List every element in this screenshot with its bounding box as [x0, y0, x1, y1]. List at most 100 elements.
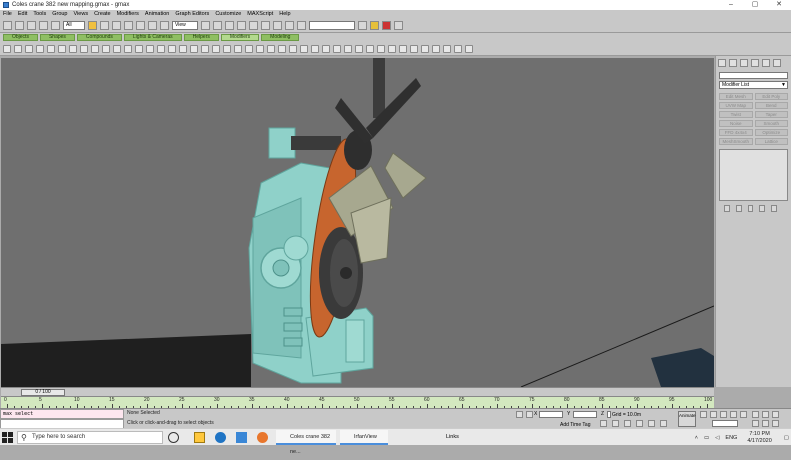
menu-graph-editors[interactable]: Graph Editors	[175, 11, 209, 17]
remove-modifier-icon[interactable]	[759, 205, 766, 212]
select-manipulate-icon[interactable]	[213, 20, 222, 30]
wave-icon[interactable]	[91, 44, 99, 53]
menu-create[interactable]: Create	[94, 11, 111, 17]
turbosmooth-icon[interactable]	[443, 44, 451, 53]
volume-icon[interactable]: ◁	[715, 435, 719, 441]
motion-tab-icon[interactable]	[751, 59, 759, 67]
uvw-map-icon[interactable]	[212, 44, 220, 53]
time-slider[interactable]: 0 / 100	[21, 389, 65, 396]
xform-icon[interactable]	[344, 44, 352, 53]
configure-sets-icon[interactable]	[771, 205, 777, 212]
make-unique-icon[interactable]	[747, 205, 754, 212]
menu-modifiers[interactable]: Modifiers	[117, 11, 139, 17]
skew-icon[interactable]	[58, 44, 66, 53]
menu-customize[interactable]: Customize	[215, 11, 241, 17]
current-frame-field[interactable]	[712, 420, 738, 427]
lattice-icon[interactable]	[124, 44, 132, 53]
vertex-weld-icon[interactable]	[465, 44, 473, 53]
modify-tab-icon[interactable]	[729, 59, 737, 67]
perspective-viewport[interactable]	[1, 58, 714, 387]
edit-poly-icon[interactable]	[201, 44, 209, 53]
file-explorer-icon[interactable]	[194, 432, 205, 443]
go-to-start-icon[interactable]	[700, 411, 707, 418]
angle-snap-icon[interactable]	[237, 20, 246, 30]
min-max-toggle-icon[interactable]	[636, 420, 643, 427]
maximize-button[interactable]: ▢	[743, 0, 767, 10]
object-name-field[interactable]	[719, 72, 788, 79]
taper-icon[interactable]	[14, 44, 22, 53]
go-to-end-icon[interactable]	[740, 411, 747, 418]
menu-animation[interactable]: Animation	[145, 11, 169, 17]
zoom-all-icon[interactable]	[772, 411, 779, 418]
spherify-icon[interactable]	[333, 44, 341, 53]
selection-filter-dropdown[interactable]: All	[63, 20, 85, 30]
zoom-icon[interactable]	[762, 411, 769, 418]
noise-icon[interactable]	[36, 44, 44, 53]
spline-select-icon[interactable]	[388, 44, 396, 53]
lathe-icon[interactable]	[256, 44, 264, 53]
ffd-icon[interactable]	[113, 44, 121, 53]
ripple-icon[interactable]	[80, 44, 88, 53]
tab-helpers[interactable]: Helpers	[183, 34, 219, 41]
unlink-icon[interactable]	[39, 20, 48, 30]
arc-rotate-icon[interactable]	[660, 420, 667, 427]
modifier-list-dropdown[interactable]: Modifier List ▼	[719, 81, 788, 89]
redo-icon[interactable]	[15, 20, 24, 30]
relax-icon[interactable]	[322, 44, 330, 53]
create-tab-icon[interactable]	[718, 59, 726, 67]
material-editor-icon[interactable]	[370, 20, 379, 30]
absolute-mode-icon[interactable]	[526, 411, 533, 418]
menu-file[interactable]: File	[3, 11, 12, 17]
region-zoom-icon[interactable]	[762, 420, 769, 427]
symmetry-icon[interactable]	[454, 44, 462, 53]
language-indicator[interactable]: ENG	[725, 435, 737, 441]
maxscript-listener[interactable]: max select	[0, 409, 124, 429]
key-mode-icon[interactable]	[612, 420, 619, 427]
hierarchy-tab-icon[interactable]	[740, 59, 748, 67]
named-selection-sets-dropdown[interactable]	[309, 20, 355, 30]
zoom-extents-icon[interactable]	[648, 420, 655, 427]
windows-start-icon[interactable]	[2, 432, 13, 443]
unwrap-icon[interactable]	[223, 44, 231, 53]
menu-maxscript[interactable]: MAXScript	[247, 11, 273, 17]
previous-frame-icon[interactable]	[710, 411, 717, 418]
show-end-result-icon[interactable]	[735, 205, 742, 212]
edit-mesh-icon[interactable]	[190, 44, 198, 53]
menu-views[interactable]: Views	[74, 11, 89, 17]
modifier-stack[interactable]	[719, 149, 788, 201]
window-crossing-icon[interactable]	[124, 20, 133, 30]
material-mod-icon[interactable]	[234, 44, 242, 53]
tab-objects[interactable]: Objects	[3, 34, 38, 41]
y-coordinate-field[interactable]	[573, 411, 597, 418]
set-key-icon[interactable]	[624, 420, 631, 427]
smooth-icon[interactable]	[157, 44, 165, 53]
minimize-button[interactable]: –	[719, 0, 743, 10]
named-selection-icon[interactable]	[273, 20, 282, 30]
menu-help[interactable]: Help	[279, 11, 290, 17]
bind-space-warp-icon[interactable]	[51, 20, 60, 30]
spinner-snap-icon[interactable]	[261, 20, 270, 30]
layer-manager-icon[interactable]	[358, 20, 367, 30]
time-slider-track[interactable]: 0 / 100	[1, 387, 714, 396]
tab-shapes[interactable]: Shapes	[39, 34, 75, 41]
menu-edit[interactable]: Edit	[18, 11, 27, 17]
mirror-icon[interactable]	[285, 20, 294, 30]
reference-coord-dropdown[interactable]: View	[172, 20, 198, 30]
slice-icon[interactable]	[289, 44, 297, 53]
play-icon[interactable]	[720, 411, 727, 418]
quick-render-icon[interactable]	[394, 20, 403, 30]
poly-select-icon[interactable]	[377, 44, 385, 53]
extrude-icon[interactable]	[245, 44, 253, 53]
optimize-icon[interactable]	[179, 44, 187, 53]
select-link-icon[interactable]	[27, 20, 36, 30]
taskbar-gmax-task[interactable]: Coles crane 382 ne...	[276, 430, 336, 455]
tab-compounds[interactable]: Compounds	[76, 34, 122, 41]
utilities-tab-icon[interactable]	[773, 59, 781, 67]
lock-selection-icon[interactable]	[516, 411, 523, 418]
cortana-icon[interactable]	[168, 432, 179, 443]
z-coordinate-field[interactable]	[607, 411, 611, 418]
select-scale-icon[interactable]	[160, 20, 169, 30]
firefox-icon[interactable]	[257, 432, 268, 443]
close-button[interactable]: ✕	[767, 0, 791, 10]
edge-browser-icon[interactable]	[215, 432, 226, 443]
